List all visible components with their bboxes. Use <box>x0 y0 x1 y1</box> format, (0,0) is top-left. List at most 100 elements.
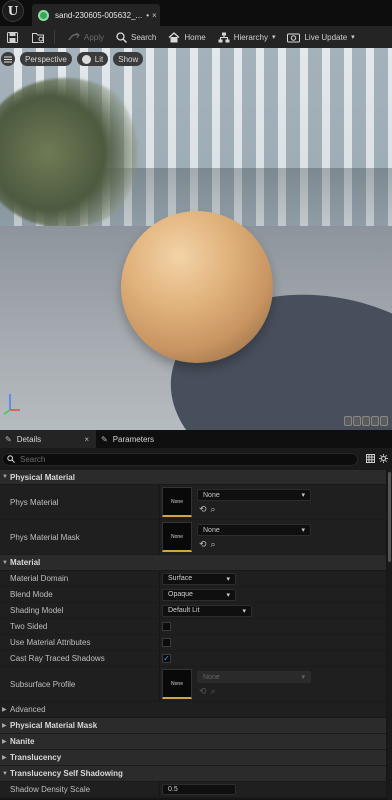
save-icon[interactable] <box>4 29 20 45</box>
browse-asset-icon[interactable]: ⌕ <box>211 504 216 515</box>
prop-label: Cast Ray Traced Shadows <box>0 651 160 666</box>
category-advanced[interactable]: ▶ Advanced <box>0 702 386 718</box>
live-update-dropdown[interactable]: Live Update ▾ <box>283 28 358 46</box>
prop-value <box>160 619 386 634</box>
prop-row-cast-ray-traced-shadows: Cast Ray Traced Shadows ✓ <box>0 651 386 667</box>
asset-thumbnail[interactable]: None <box>162 487 192 517</box>
category-translucency-self-shadowing[interactable]: ▼ Translucency Self Shadowing <box>0 766 386 782</box>
unsaved-indicator: • <box>146 10 149 20</box>
mesh-shape-icon[interactable] <box>380 416 388 426</box>
viewport-menu-icon[interactable] <box>1 52 15 66</box>
browse-asset-icon[interactable]: ⌕ <box>211 686 216 697</box>
tab-parameters-label: Parameters <box>112 434 155 444</box>
search-icon <box>116 31 128 43</box>
chevron-down-icon: ▾ <box>271 34 276 41</box>
home-button[interactable]: Home <box>164 28 209 46</box>
document-tab[interactable]: sand-230605-005632_... • × <box>32 4 160 26</box>
pencil-icon: ✎ <box>101 434 108 444</box>
settings-gear-icon[interactable] <box>379 453 388 465</box>
unreal-logo-icon[interactable]: U <box>2 0 24 22</box>
category-physical-material[interactable]: ▼ Physical Material <box>0 470 386 485</box>
hierarchy-label: Hierarchy <box>233 32 268 42</box>
category-label: Translucency <box>10 753 62 762</box>
dropdown-value: Default Lit <box>168 607 200 614</box>
prop-row-two-sided: Two Sided <box>0 619 386 635</box>
dropdown-value: Surface <box>168 575 193 582</box>
asset-buttons: ⟲ ⌕ <box>199 686 311 697</box>
category-label: Advanced <box>10 705 46 714</box>
details-scrollbar[interactable] <box>387 470 392 800</box>
browse-asset-icon[interactable]: ⌕ <box>211 539 216 550</box>
axis-gizmo-icon <box>3 394 20 415</box>
prop-value: ✓ <box>160 651 386 666</box>
prop-value: None None ▾ ⟲ ⌕ <box>160 667 386 701</box>
plane-shape-icon[interactable] <box>362 416 370 426</box>
live-update-icon <box>287 33 301 42</box>
tab-details[interactable]: ✎ Details × <box>0 430 96 448</box>
prop-row-phys-material: Phys Material None None ▾ ⟲ ⌕ <box>0 485 386 520</box>
use-selected-icon[interactable]: ⟲ <box>199 686 207 697</box>
use-selected-icon[interactable]: ⟲ <box>199 504 207 515</box>
close-tab-icon[interactable]: × <box>84 435 89 444</box>
details-search-box[interactable] <box>2 452 358 466</box>
subsurface-profile-dropdown[interactable]: None ▾ <box>197 671 311 683</box>
phys-material-dropdown[interactable]: None ▾ <box>197 489 311 501</box>
cube-shape-icon[interactable] <box>371 416 379 426</box>
shading-model-dropdown[interactable]: Default Lit ▾ <box>162 604 252 617</box>
apply-button[interactable]: Apply <box>63 28 108 46</box>
hierarchy-dropdown[interactable]: Hierarchy ▾ <box>214 28 280 46</box>
shadow-density-scale-input[interactable]: 0.5 <box>162 784 236 795</box>
blend-mode-dropdown[interactable]: Opaque ▾ <box>162 588 236 601</box>
prop-value <box>160 635 386 650</box>
checkmark-icon: ✓ <box>163 654 170 663</box>
category-physical-material-mask[interactable]: ▶ Physical Material Mask <box>0 718 386 734</box>
material-preview-viewport[interactable]: Perspective Lit Show <box>0 48 392 430</box>
use-material-attributes-checkbox[interactable] <box>162 638 171 647</box>
details-property-list: ▼ Physical Material Phys Material None N… <box>0 470 386 798</box>
cylinder-shape-icon[interactable] <box>344 416 352 426</box>
table-view-icon[interactable] <box>366 453 375 465</box>
prop-label: Phys Material <box>0 485 160 519</box>
prop-label: Shading Model <box>0 603 160 618</box>
close-tab-icon[interactable]: × <box>152 11 157 20</box>
prop-label: Use Material Attributes <box>0 635 160 650</box>
category-nanite[interactable]: ▶ Nanite <box>0 734 386 750</box>
asset-picker: None ▾ ⟲ ⌕ <box>197 489 311 515</box>
chevron-down-icon: ▾ <box>351 34 355 41</box>
panel-tab-bar: ✎ Details × ✎ Parameters <box>0 430 392 448</box>
scrollbar-thumb[interactable] <box>388 472 391 562</box>
category-material[interactable]: ▼ Material <box>0 555 386 571</box>
perspective-button[interactable]: Perspective <box>20 52 72 66</box>
chevron-down-icon: ▾ <box>301 674 305 681</box>
lit-button[interactable]: Lit <box>76 52 109 66</box>
prop-label: Phys Material Mask <box>0 520 160 554</box>
cast-ray-traced-shadows-checkbox[interactable]: ✓ <box>162 654 171 663</box>
hierarchy-icon <box>218 32 230 42</box>
tab-parameters[interactable]: ✎ Parameters <box>96 430 159 448</box>
expand-arrow-icon: ▶ <box>2 707 7 713</box>
sphere-shape-icon[interactable] <box>353 416 361 426</box>
asset-thumbnail[interactable]: None <box>162 522 192 552</box>
lit-label: Lit <box>94 54 104 64</box>
details-search-input[interactable] <box>20 454 350 464</box>
apply-icon <box>68 32 80 40</box>
content-browser-icon[interactable] <box>30 29 46 45</box>
phys-material-mask-dropdown[interactable]: None ▾ <box>197 524 311 536</box>
asset-buttons: ⟲ ⌕ <box>199 504 311 515</box>
search-button[interactable]: Search <box>112 28 160 46</box>
use-selected-icon[interactable]: ⟲ <box>199 539 207 550</box>
dropdown-value: None <box>203 673 220 681</box>
chevron-down-icon: ▾ <box>242 607 246 615</box>
apply-label: Apply <box>84 32 105 42</box>
category-label: Physical Material <box>10 472 75 482</box>
preview-shape-buttons <box>343 416 388 426</box>
search-icon <box>7 455 15 463</box>
show-button[interactable]: Show <box>113 52 144 66</box>
two-sided-checkbox[interactable] <box>162 622 171 631</box>
asset-thumbnail[interactable]: None <box>162 669 192 699</box>
asset-picker: None ▾ ⟲ ⌕ <box>197 671 311 697</box>
prop-row-shading-model: Shading Model Default Lit ▾ <box>0 603 386 619</box>
toolbar-divider <box>54 30 55 44</box>
material-domain-dropdown[interactable]: Surface ▾ <box>162 572 236 585</box>
category-translucency[interactable]: ▶ Translucency <box>0 750 386 766</box>
